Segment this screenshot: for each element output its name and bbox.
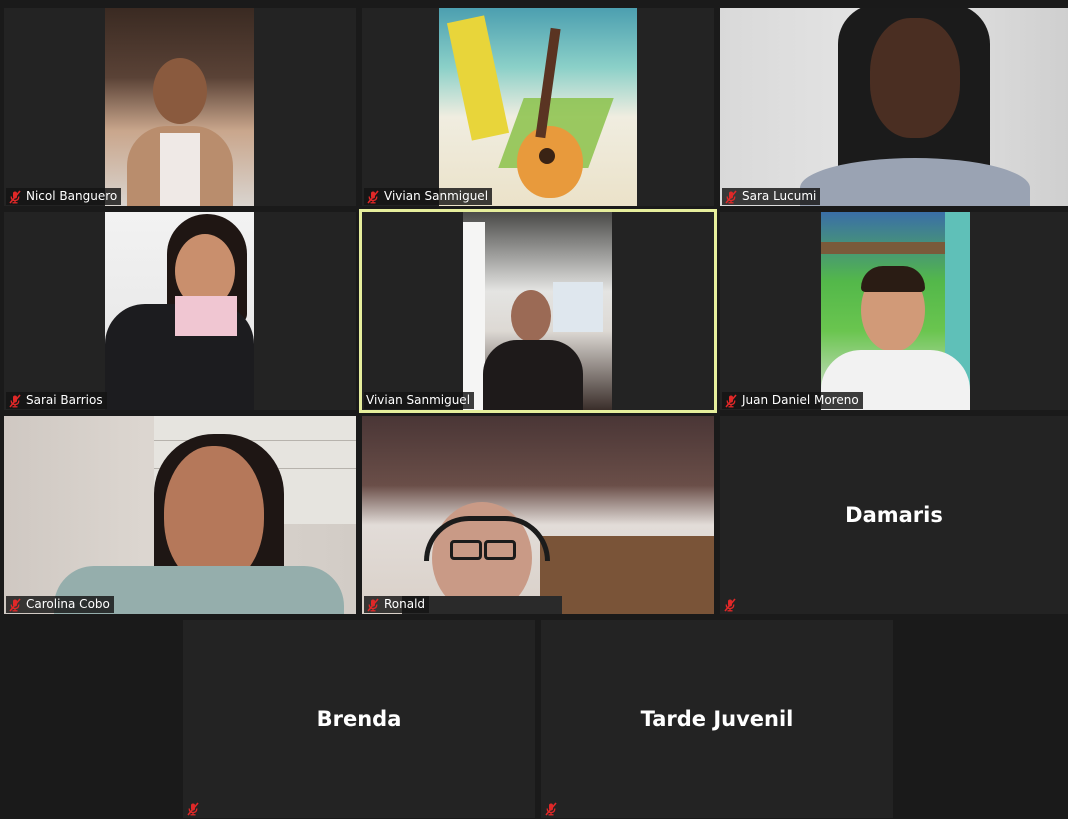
- mic-muted-icon: [8, 598, 22, 612]
- participant-name-label: Vivian Sanmiguel: [364, 392, 475, 409]
- mic-muted-icon: [544, 802, 558, 816]
- participant-tile-tarde-juvenil[interactable]: Tarde Juvenil: [541, 620, 893, 818]
- participant-tile-brenda[interactable]: Brenda: [183, 620, 535, 818]
- participant-tile-damaris[interactable]: Damaris: [720, 416, 1068, 614]
- participant-tile-juan[interactable]: Juan Daniel Moreno: [720, 212, 1068, 410]
- participant-video: [105, 8, 254, 206]
- mic-muted-icon: [724, 394, 738, 408]
- participant-name-label: Nicol Banguero: [6, 188, 122, 205]
- participant-tile-ronald[interactable]: Ronald: [362, 416, 714, 614]
- mic-muted-icon: [724, 190, 738, 204]
- mic-muted-icon: [8, 394, 22, 408]
- participant-name: Juan Daniel Moreno: [742, 393, 859, 407]
- participant-name-label: Juan Daniel Moreno: [722, 392, 863, 409]
- participant-tile-carolina[interactable]: Carolina Cobo: [4, 416, 356, 614]
- participant-name-label: Carolina Cobo: [6, 596, 114, 613]
- participant-name: Vivian Sanmiguel: [384, 189, 489, 203]
- participant-video: [4, 416, 356, 614]
- participant-name: Sarai Barrios: [26, 393, 103, 407]
- participant-video: [439, 8, 637, 206]
- participant-tile-nicol[interactable]: Nicol Banguero: [4, 8, 356, 206]
- mic-muted-icon: [366, 598, 380, 612]
- participant-video: [463, 212, 612, 410]
- participant-tile-sarai[interactable]: Sarai Barrios: [4, 212, 356, 410]
- participant-name: Sara Lucumi: [742, 189, 817, 203]
- participant-video: [362, 416, 714, 614]
- participant-display-name: Brenda: [316, 707, 402, 731]
- mic-muted-icon: [186, 802, 200, 816]
- participant-name: Vivian Sanmiguel: [366, 393, 471, 407]
- participant-display-name: Tarde Juvenil: [640, 707, 794, 731]
- participant-video: [720, 8, 1068, 206]
- participant-tile-vivian-active[interactable]: Vivian Sanmiguel: [359, 209, 717, 413]
- mic-muted-icon: [8, 190, 22, 204]
- mic-muted-icon: [366, 190, 380, 204]
- participant-tile-sara[interactable]: Sara Lucumi: [720, 8, 1068, 206]
- participant-display-name: Damaris: [845, 503, 943, 527]
- mic-muted-icon: [723, 598, 737, 612]
- participant-name: Carolina Cobo: [26, 597, 110, 611]
- participant-name-label: Sarai Barrios: [6, 392, 107, 409]
- participant-tile-vivian-1[interactable]: Vivian Sanmiguel: [362, 8, 714, 206]
- participant-video: [105, 212, 254, 410]
- participant-name: Ronald: [384, 597, 426, 611]
- participant-name: Nicol Banguero: [26, 189, 118, 203]
- participant-video: [821, 212, 970, 410]
- participant-name-label: Vivian Sanmiguel: [364, 188, 493, 205]
- participant-name-label: Sara Lucumi: [722, 188, 821, 205]
- participant-name-label: Ronald: [364, 596, 430, 613]
